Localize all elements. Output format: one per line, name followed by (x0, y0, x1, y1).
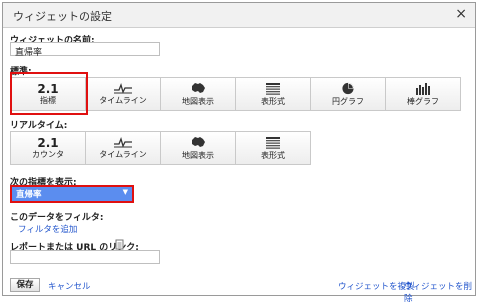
option-label: 表形式 (261, 96, 285, 106)
realtime-counter-option[interactable]: 2.1 カウンタ (10, 131, 86, 165)
close-icon[interactable]: × (455, 6, 467, 22)
table-icon (266, 136, 280, 149)
delete-widget-link[interactable]: ウィジェットを削除 (404, 280, 480, 304)
pie-chart-icon (342, 82, 354, 94)
option-label: カウンタ (32, 150, 64, 159)
filter-label: このデータをフィルタ: (10, 213, 104, 223)
save-button[interactable]: 保存 (10, 278, 40, 292)
dialog-titlebar: ウィジェットの設定 × (3, 3, 475, 28)
bar-chart-icon (416, 82, 430, 95)
timeline-icon (114, 136, 132, 148)
option-label: 地図表示 (182, 150, 214, 160)
option-label: タイムライン (99, 150, 147, 159)
option-label: 円グラフ (332, 96, 364, 106)
standard-map-option[interactable]: 地図表示 (160, 77, 236, 111)
selected-highlight (10, 72, 88, 115)
standard-table-option[interactable]: 表形式 (235, 77, 311, 111)
standard-timeline-option[interactable]: タイムライン (85, 77, 161, 111)
add-filter-link[interactable]: フィルタを追加 (18, 223, 77, 235)
option-label: 棒グラフ (407, 96, 439, 106)
realtime-timeline-option[interactable]: タイムライン (85, 131, 161, 165)
option-label: 表形式 (261, 150, 285, 160)
option-label: タイムライン (99, 96, 147, 105)
realtime-label: リアルタイム: (10, 121, 68, 131)
standard-pie-option[interactable]: 円グラフ (310, 77, 386, 111)
cancel-link[interactable]: キャンセル (48, 280, 91, 292)
timeline-icon (114, 82, 132, 94)
widget-name-input[interactable]: 直帰率 (10, 42, 160, 58)
standard-bar-option[interactable]: 棒グラフ (385, 77, 461, 111)
realtime-map-option[interactable]: 地図表示 (160, 131, 236, 165)
realtime-options: 2.1 カウンタ タイムライン 地図表示 表形式 (10, 131, 311, 165)
option-label: 地図表示 (182, 96, 214, 106)
number-icon: 2.1 (37, 136, 59, 150)
table-icon (266, 82, 280, 95)
document-icon[interactable] (115, 239, 124, 250)
map-icon (192, 136, 205, 147)
select-highlight (10, 185, 134, 203)
realtime-table-option[interactable]: 表形式 (235, 131, 311, 165)
dialog-title: ウィジェットの設定 (13, 10, 112, 23)
map-icon (192, 82, 205, 93)
report-url-input[interactable] (10, 250, 160, 264)
